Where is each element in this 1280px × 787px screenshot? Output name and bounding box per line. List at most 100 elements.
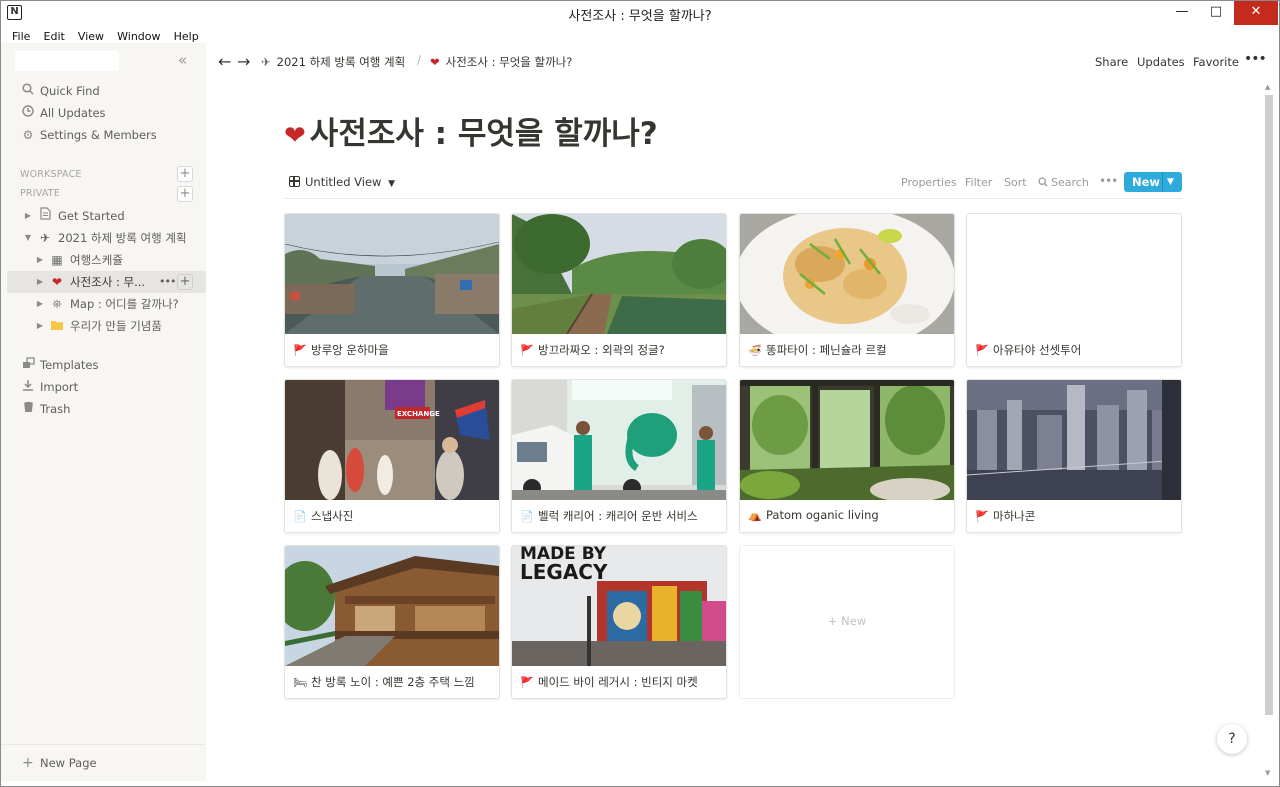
sidebar-page-map[interactable]: ▶ ⛯ Map : 어디를 갈까나? xyxy=(7,293,206,315)
flag-icon: 🚩 xyxy=(293,344,307,357)
card-title-text: 스냅사진 xyxy=(311,509,354,523)
favorite-button[interactable]: Favorite xyxy=(1193,55,1239,69)
sidebar-page-get-started[interactable]: ▶ Get Started xyxy=(7,205,206,227)
sidebar-item-templates[interactable]: Templates xyxy=(1,354,206,376)
add-new-card[interactable]: + New xyxy=(739,545,955,699)
bed-icon: 🛏 xyxy=(293,676,307,689)
new-button-label: New xyxy=(1132,175,1161,189)
help-button[interactable]: ? xyxy=(1217,724,1247,754)
card-cover-image xyxy=(512,380,726,500)
add-private-page-button[interactable]: + xyxy=(177,186,193,202)
expand-toggle-icon[interactable]: ▶ xyxy=(23,205,33,227)
gallery-card[interactable]: 📄 벨럭 캐리어 : 캐리어 운반 서비스 xyxy=(511,379,727,533)
search-icon xyxy=(1038,177,1048,187)
sidebar-page-label: 사전조사 : 무... xyxy=(70,275,146,289)
more-options-icon[interactable]: ••• xyxy=(159,271,176,293)
view-name-label: Untitled View xyxy=(305,175,382,189)
share-button[interactable]: Share xyxy=(1095,55,1128,69)
expand-toggle-icon[interactable]: ▶ xyxy=(35,249,45,271)
document-icon: 📄 xyxy=(293,510,307,523)
card-title: 📄 스냅사진 xyxy=(293,508,353,524)
page-scrollbar[interactable]: ▲ ▼ xyxy=(1262,81,1275,781)
sidebar-item-quick-find[interactable]: Quick Find xyxy=(1,80,206,102)
close-button[interactable]: ✕ xyxy=(1234,1,1278,25)
top-bar: ← → ✈ 2021 하제 방록 여행 계획 / ❤ 사전조사 : 무엇을 할까나?… xyxy=(206,43,1279,81)
collapse-toggle-icon[interactable]: ▼ xyxy=(23,227,33,249)
calendar-icon: ▦ xyxy=(51,253,63,267)
workspace-switcher[interactable] xyxy=(15,51,119,71)
gallery-card[interactable]: 🛏 찬 방록 노이 : 예쁜 2층 주택 느낌 xyxy=(284,545,500,699)
view-selector[interactable]: Untitled View ▼ xyxy=(289,175,395,189)
card-cover-image xyxy=(740,380,954,500)
card-title: 🛏 찬 방록 노이 : 예쁜 2층 주택 느낌 xyxy=(293,674,475,690)
breadcrumb-research[interactable]: ❤ 사전조사 : 무엇을 할까나? xyxy=(430,54,572,70)
gallery-card[interactable]: 🚩 아유타야 선셋투어 xyxy=(966,213,1182,367)
gallery-card[interactable]: EXCHANGE 📄 스냅사진 xyxy=(284,379,500,533)
sidebar-item-label: Settings & Members xyxy=(40,128,157,142)
sidebar-page-souvenir[interactable]: ▶ 우리가 만들 기념품 xyxy=(7,315,206,337)
breadcrumb-label: 사전조사 : 무엇을 할까나? xyxy=(445,55,573,69)
map-icon: ⛯ xyxy=(52,297,62,311)
sidebar-item-import[interactable]: Import xyxy=(1,376,206,398)
folder-icon xyxy=(50,315,64,337)
sidebar-page-label: 2021 하제 방록 여행 계획 xyxy=(58,231,187,245)
breadcrumb-separator: / xyxy=(417,53,422,67)
collapse-sidebar-icon[interactable]: « xyxy=(178,51,187,69)
gallery-card[interactable]: 🚩 마하나콘 xyxy=(966,379,1182,533)
airplane-icon: ✈ xyxy=(261,55,271,69)
view-more-icon[interactable]: ••• xyxy=(1099,174,1118,188)
sidebar-page-label: Map : 어디를 갈까나? xyxy=(70,297,179,311)
tent-icon: ⛺ xyxy=(748,509,762,522)
window-title: 사전조사 : 무엇을 할까나? xyxy=(568,9,712,24)
gallery-card[interactable]: 🚩 방루앙 운하마을 xyxy=(284,213,500,367)
sidebar-page-schedule[interactable]: ▶ ▦ 여행스케쥴 xyxy=(7,249,206,271)
sidebar-item-label: Import xyxy=(40,380,79,394)
scroll-down-icon[interactable]: ▼ xyxy=(1265,769,1270,777)
new-page-button[interactable]: + New Page xyxy=(1,744,206,781)
add-new-card-label: + New xyxy=(827,614,867,628)
chevron-down-icon[interactable]: ▼ xyxy=(1167,172,1174,192)
filter-button[interactable]: Filter xyxy=(965,176,992,189)
minimize-button[interactable]: — xyxy=(1165,1,1199,25)
page-title[interactable]: ❤ 사전조사 : 무엇을 할까나? xyxy=(284,108,658,153)
search-button[interactable]: Search xyxy=(1038,176,1089,189)
breadcrumb-trip-plan[interactable]: ✈ 2021 하제 방록 여행 계획 xyxy=(261,54,405,70)
add-workspace-page-button[interactable]: + xyxy=(177,166,193,182)
download-icon xyxy=(21,376,35,398)
add-subpage-button[interactable]: + xyxy=(177,274,193,290)
chevron-down-icon: ▼ xyxy=(388,179,396,189)
menu-bar: File Edit View Window Help xyxy=(1,25,1279,43)
card-title-text: 똥파타이 : 페닌슐라 르컬 xyxy=(766,343,887,357)
sidebar-page-research[interactable]: ▶ ❤ 사전조사 : 무... ••• + xyxy=(7,271,206,293)
sort-button[interactable]: Sort xyxy=(1004,176,1027,189)
scroll-thumb[interactable] xyxy=(1265,95,1273,715)
more-options-icon[interactable]: ••• xyxy=(1244,51,1267,67)
sidebar-item-all-updates[interactable]: All Updates xyxy=(1,102,206,124)
card-title-text: 벨럭 캐리어 : 캐리어 운반 서비스 xyxy=(538,509,698,523)
gallery-card[interactable]: MADE BY LEGACY 🚩 메이드 바이 레거시 : 빈티지 마켓 xyxy=(511,545,727,699)
back-arrow-icon[interactable]: ← xyxy=(218,52,231,71)
updates-button[interactable]: Updates xyxy=(1137,55,1185,69)
gallery-card[interactable]: 🍜 똥파타이 : 페닌슐라 르컬 xyxy=(739,213,955,367)
card-title-text: Patom oganic living xyxy=(766,508,879,522)
expand-toggle-icon[interactable]: ▶ xyxy=(35,293,45,315)
app-window: N 사전조사 : 무엇을 할까나? — □ ✕ File Edit View W… xyxy=(0,0,1280,787)
sidebar-item-settings[interactable]: ⚙ Settings & Members xyxy=(1,124,206,146)
page-heart-icon[interactable]: ❤ xyxy=(284,121,306,151)
properties-button[interactable]: Properties xyxy=(901,176,957,189)
expand-toggle-icon[interactable]: ▶ xyxy=(35,315,45,337)
sidebar-page-label: 우리가 만들 기념품 xyxy=(70,319,162,333)
forward-arrow-icon[interactable]: → xyxy=(237,52,250,71)
flag-icon: 🚩 xyxy=(520,676,534,689)
sidebar-item-trash[interactable]: Trash xyxy=(1,398,206,420)
scroll-up-icon[interactable]: ▲ xyxy=(1265,83,1270,91)
private-section-label: PRIVATE xyxy=(20,188,60,199)
gallery-card[interactable]: 🚩 방끄라짜오 : 외곽의 정글? xyxy=(511,213,727,367)
maximize-button[interactable]: □ xyxy=(1199,1,1233,25)
expand-toggle-icon[interactable]: ▶ xyxy=(35,271,45,293)
card-title: 🚩 아유타야 선셋투어 xyxy=(975,342,1081,358)
sidebar-page-trip-plan[interactable]: ▼ ✈ 2021 하제 방록 여행 계획 xyxy=(7,227,206,249)
flag-icon: 🚩 xyxy=(975,510,989,523)
new-record-button[interactable]: New ▼ xyxy=(1124,172,1182,192)
gallery-card[interactable]: ⛺ Patom oganic living xyxy=(739,379,955,533)
